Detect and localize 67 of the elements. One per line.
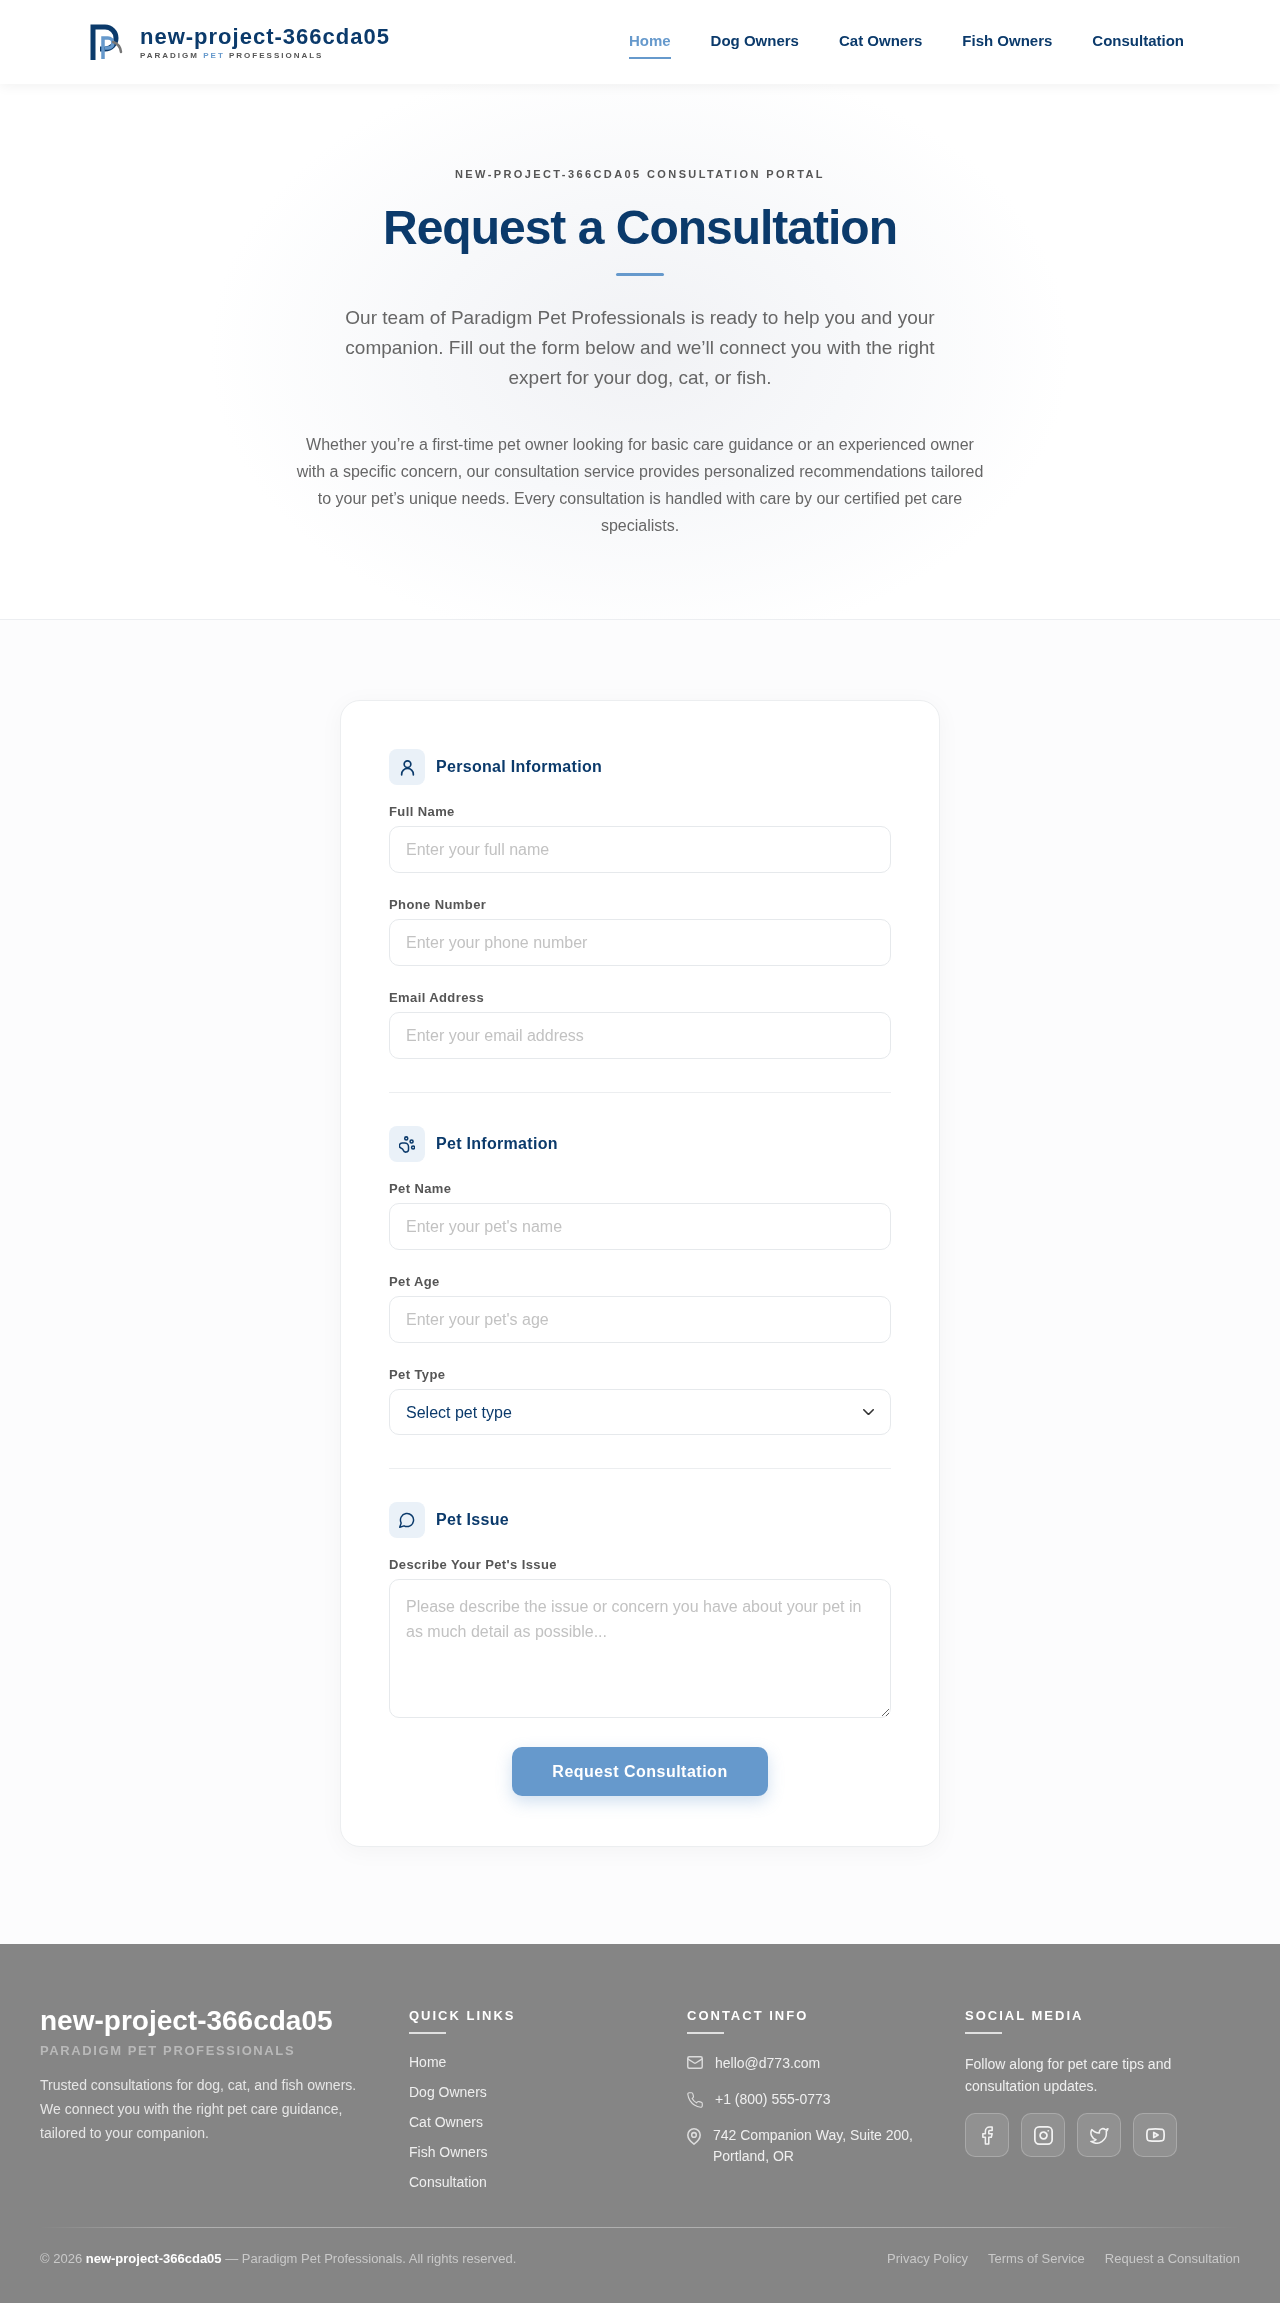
- twitter-icon: [1089, 2126, 1109, 2144]
- user-icon: [389, 749, 425, 785]
- field-label: Pet Type: [389, 1367, 447, 1383]
- section-title: Personal Information: [436, 758, 603, 776]
- footer-link[interactable]: Terms of Service: [988, 2251, 1085, 2267]
- description-text: Whether you’re a first-time pet owner looking for basic care guidance or an experienced owner with a specific concern, our consultation service provides personalized recommendations tailored to your pet’s unique needs. Every consultation is handled with care by our certified pet care specialists.: [295, 435, 985, 536]
- field-label: Pet Name: [389, 1181, 453, 1197]
- footer-link[interactable]: Cat Owners: [409, 2114, 483, 2130]
- column-heading: CONTACT INFO: [687, 2007, 810, 2025]
- field-label: Full Name: [389, 804, 456, 820]
- phone-icon: [687, 2092, 703, 2108]
- social-button[interactable]: [1133, 2113, 1177, 2157]
- location-pin-icon: [687, 2128, 701, 2145]
- footer-link[interactable]: Request a Consultation: [1104, 2251, 1240, 2267]
- social-button[interactable]: [1021, 2113, 1065, 2157]
- text-input[interactable]: Enter your email address: [389, 1012, 891, 1059]
- field-label: Describe Your Pet's Issue: [389, 1557, 558, 1573]
- logo-icon: [88, 22, 124, 62]
- copyright-text: © 2026 new-project-366cda05 — Paradigm Pet Professionals. All rights reserved.: [40, 2251, 517, 2267]
- eyebrow-text: NEW-PROJECT-366CDA05 CONSULTATION PORTAL: [454, 168, 826, 181]
- footer-brand-title: new-project-366cda05: [40, 2004, 334, 2038]
- logo-title: new-project-366cda05: [140, 23, 390, 50]
- nav-link[interactable]: Dog Owners: [710, 25, 799, 59]
- nav-link[interactable]: Consultation: [1092, 25, 1184, 59]
- video-play-icon: [1145, 2128, 1165, 2142]
- paw-icon: [389, 1126, 425, 1162]
- submit-button[interactable]: Request Consultation: [512, 1747, 768, 1796]
- phone-text: +1 (800) 555-0773: [715, 2090, 831, 2109]
- nav-link[interactable]: Fish Owners: [962, 25, 1053, 59]
- footer-link[interactable]: Consultation: [409, 2174, 487, 2190]
- accent-line: [616, 273, 664, 276]
- section-title: Pet Issue: [436, 1511, 509, 1529]
- nav-link[interactable]: Cat Owners: [838, 25, 923, 59]
- message-textarea[interactable]: Please describe the issue or concern you have about your pet in as much detail as possible...: [389, 1579, 891, 1718]
- email-text: hello@d773.com: [715, 2054, 821, 2073]
- page-title: Request a Consultation: [381, 200, 898, 256]
- instagram-icon: [1033, 2125, 1053, 2145]
- footer-link[interactable]: Privacy Policy: [887, 2251, 969, 2267]
- logo-tagline: PARADIGM PET PROFESSIONALS: [140, 50, 325, 61]
- column-heading: QUICK LINKS: [409, 2007, 517, 2025]
- social-button[interactable]: [1077, 2113, 1121, 2157]
- text-input[interactable]: Enter your phone number: [389, 919, 891, 966]
- text-input[interactable]: Enter your full name: [389, 826, 891, 873]
- chevron-down-icon: [863, 1409, 874, 1416]
- text-input[interactable]: Enter your pet's age: [389, 1296, 891, 1343]
- facebook-icon: [981, 2125, 993, 2145]
- footer-description: Trusted consultations for dog, cat, and fish owners. We connect you with the right pet care guidance, tailored to your companion.: [40, 2076, 358, 2143]
- text-input[interactable]: Enter your pet's name: [389, 1203, 891, 1250]
- accent-line: [687, 2032, 724, 2034]
- social-button[interactable]: [965, 2113, 1009, 2157]
- intro-text: Our team of Paradigm Pet Professionals is ready to help you and your companion. Fill out the form below and we’ll connect you with the right expert for your dog, cat, or fish.: [344, 306, 936, 390]
- mail-icon: [687, 2056, 703, 2069]
- section-title: Pet Information: [436, 1135, 558, 1153]
- footer-link[interactable]: Dog Owners: [409, 2084, 487, 2100]
- social-text: Follow along for pet care tips and consultation updates.: [965, 2055, 1173, 2096]
- dropdown-select[interactable]: Select pet type: [389, 1389, 891, 1435]
- field-label: Pet Age: [389, 1274, 441, 1290]
- accent-line: [409, 2032, 446, 2034]
- nav-link[interactable]: Home: [628, 25, 671, 59]
- accent-line: [965, 2032, 1002, 2034]
- chat-bubble-icon: [389, 1502, 425, 1538]
- footer-link[interactable]: Home: [409, 2054, 447, 2070]
- footer-link[interactable]: Fish Owners: [409, 2144, 488, 2160]
- column-heading: SOCIAL MEDIA: [965, 2007, 1085, 2025]
- field-label: Phone Number: [389, 897, 488, 913]
- address-text: 742 Companion Way, Suite 200, Portland, OR: [713, 2126, 914, 2166]
- field-label: Email Address: [389, 990, 486, 1006]
